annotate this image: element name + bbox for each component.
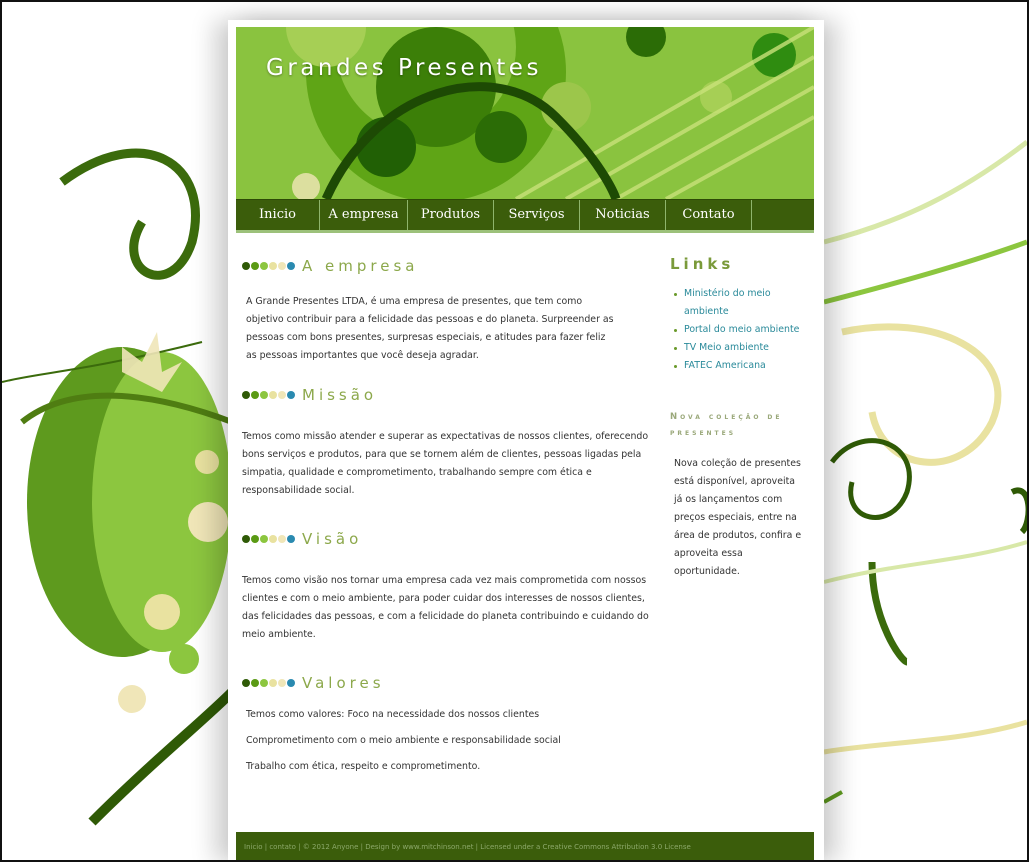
bullet-icon bbox=[674, 347, 677, 350]
site-title: Grandes Presentes bbox=[266, 55, 542, 81]
nav-item-contato[interactable]: Contato bbox=[666, 200, 752, 230]
main-content: A empresa A Grande Presentes LTDA, é uma… bbox=[242, 250, 649, 776]
link-portal[interactable]: Portal do meio ambiente bbox=[684, 324, 799, 335]
section-title: Visão bbox=[302, 530, 363, 548]
section-valores: Valores Temos como valores: Foco na nece… bbox=[242, 674, 642, 776]
main-nav: Inicio A empresa Produtos Serviços Notic… bbox=[236, 199, 814, 233]
section-a-empresa: A empresa A Grande Presentes LTDA, é uma… bbox=[242, 257, 642, 365]
section-text: Trabalho com ética, respeito e compromet… bbox=[246, 761, 481, 772]
nav-item-inicio[interactable]: Inicio bbox=[236, 200, 320, 230]
browser-frame: Grandes Presentes Inicio A empresa Produ… bbox=[0, 0, 1029, 862]
section-text: Temos como valores: Foco na necessidade … bbox=[246, 709, 540, 720]
link-fatec[interactable]: FATEC Americana bbox=[684, 360, 766, 371]
link-item: Ministério do meio ambiente bbox=[670, 285, 810, 321]
nav-item-produtos[interactable]: Produtos bbox=[408, 200, 494, 230]
sidebar: Links Ministério do meio ambiente Portal… bbox=[670, 250, 810, 581]
section-title: A empresa bbox=[302, 257, 419, 275]
decorative-dots-icon bbox=[242, 391, 295, 399]
links-title: Links bbox=[670, 255, 735, 273]
section-heading: Valores bbox=[242, 674, 642, 692]
section-visao: Visão Temos como visão nos tornar uma em… bbox=[242, 530, 649, 644]
nav-item-a-empresa[interactable]: A empresa bbox=[320, 200, 408, 230]
link-item: FATEC Americana bbox=[670, 357, 810, 375]
nav-item-noticias[interactable]: Noticias bbox=[580, 200, 666, 230]
decorative-dots-icon bbox=[242, 262, 295, 270]
section-heading: Visão bbox=[242, 530, 642, 548]
header-banner: Grandes Presentes bbox=[236, 27, 814, 199]
section-text: A Grande Presentes LTDA, é uma empresa d… bbox=[246, 296, 614, 361]
section-missao: Missão Temos como missão atender e super… bbox=[242, 386, 648, 500]
section-heading: Missão bbox=[242, 386, 642, 404]
decorative-dots-icon bbox=[242, 679, 295, 687]
banner-graphic bbox=[236, 27, 814, 199]
link-item: TV Meio ambiente bbox=[670, 339, 810, 357]
links-list: Ministério do meio ambiente Portal do me… bbox=[670, 285, 810, 375]
section-text: Temos como visão nos tornar uma empresa … bbox=[242, 575, 649, 640]
link-item: Portal do meio ambiente bbox=[670, 321, 810, 339]
link-ministerio[interactable]: Ministério do meio ambiente bbox=[684, 288, 771, 317]
footer: Inicio | contato | © 2012 Anyone | Desig… bbox=[236, 832, 814, 860]
nova-colecao-text: Nova coleção de presentes está disponíve… bbox=[674, 458, 802, 577]
bullet-icon bbox=[674, 293, 677, 296]
bullet-icon bbox=[674, 329, 677, 332]
section-text: Temos como missão atender e superar as e… bbox=[242, 431, 649, 496]
section-text: Comprometimento com o meio ambiente e re… bbox=[246, 735, 561, 746]
section-heading: A empresa bbox=[242, 257, 642, 275]
page-container: Grandes Presentes Inicio A empresa Produ… bbox=[228, 20, 824, 860]
section-title: Valores bbox=[302, 674, 385, 692]
decorative-dots-icon bbox=[242, 535, 295, 543]
nova-colecao-title: Nova coleção de presentes bbox=[670, 412, 783, 438]
section-title: Missão bbox=[302, 386, 378, 404]
link-tv[interactable]: TV Meio ambiente bbox=[684, 342, 769, 353]
bullet-icon bbox=[674, 365, 677, 368]
nav-item-servicos[interactable]: Serviços bbox=[494, 200, 580, 230]
